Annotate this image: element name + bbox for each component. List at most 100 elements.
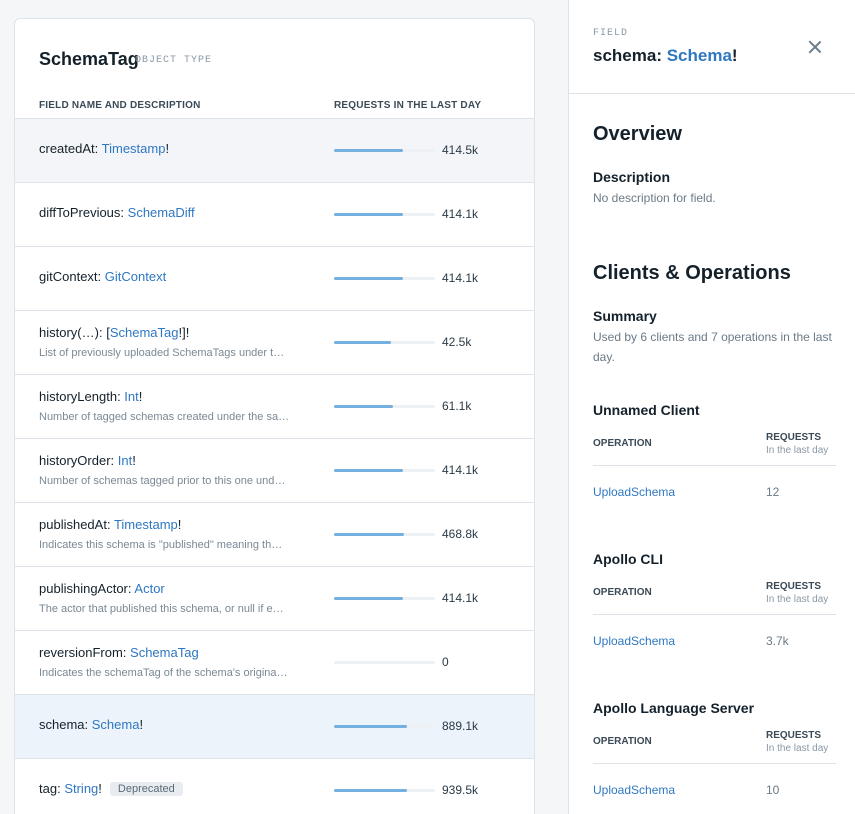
- field-type-suffix: !: [139, 717, 144, 732]
- client-name: Unnamed Client: [593, 402, 700, 418]
- usage-bar: [334, 597, 435, 600]
- field-name: gitContext: GitContext: [39, 269, 166, 284]
- field-row[interactable]: history(…): [SchemaTag!]! List of previou…: [15, 310, 534, 374]
- usage-bar-fill: [334, 597, 403, 600]
- field-name-text: diffToPrevious: [39, 205, 121, 220]
- usage-bar-fill: [334, 533, 404, 536]
- operation-link[interactable]: UploadSchema: [593, 485, 675, 499]
- field-row[interactable]: createdAt: Timestamp! 414.5k: [15, 118, 534, 182]
- summary-text: Used by 6 clients and 7 operations in th…: [593, 330, 832, 364]
- request-count: 0: [442, 655, 449, 669]
- panel-field-name: schema: [593, 46, 657, 65]
- field-row[interactable]: reversionFrom: SchemaTag Indicates the sc…: [15, 630, 534, 694]
- request-count: 414.1k: [442, 207, 479, 221]
- field-name-text: schema: [39, 717, 85, 732]
- field-row[interactable]: publishingActor: Actor The actor that pub…: [15, 566, 534, 630]
- field-type-link[interactable]: Int: [118, 453, 132, 468]
- field-name-text: historyOrder: [39, 453, 111, 468]
- divider: [593, 763, 836, 764]
- field-separator: :: [122, 645, 131, 660]
- client-name: Apollo CLI: [593, 551, 663, 567]
- field-type-link[interactable]: SchemaTag: [130, 645, 199, 660]
- field-row[interactable]: tag: String! Deprecated 939.5k: [15, 758, 534, 814]
- field-row[interactable]: historyLength: Int! Number of tagged sche…: [15, 374, 534, 438]
- field-row[interactable]: diffToPrevious: SchemaDiff 414.1k: [15, 182, 534, 246]
- field-row[interactable]: schema: Schema! 889.1k: [15, 694, 534, 758]
- field-type-link[interactable]: Timestamp: [102, 141, 166, 156]
- deprecated-badge: Deprecated: [109, 782, 183, 796]
- requests-column-header: REQUESTS: [766, 730, 822, 741]
- field-type-link[interactable]: Actor: [134, 581, 164, 596]
- field-name: publishingActor: Actor: [39, 581, 165, 596]
- field-rows: createdAt: Timestamp! 414.5k diffToPreviou…: [15, 118, 534, 814]
- field-type-link[interactable]: Int: [124, 389, 138, 404]
- usage-bar: [334, 213, 435, 216]
- field-type-link[interactable]: Schema: [92, 717, 140, 732]
- usage-bar: [334, 341, 435, 344]
- clients-heading: Clients & Operations: [593, 262, 791, 284]
- field-name-text: historyLength: [39, 389, 118, 404]
- field-row[interactable]: gitContext: GitContext 414.1k: [15, 246, 534, 310]
- field-description: List of previously uploaded SchemaTags u…: [39, 347, 285, 359]
- field-type-link[interactable]: String: [64, 781, 98, 796]
- panel-field-sep: :: [656, 46, 667, 65]
- description-label: Description: [593, 169, 671, 185]
- usage-bar: [334, 405, 435, 408]
- usage-bar: [334, 533, 435, 536]
- request-count: 414.1k: [442, 591, 479, 605]
- requests-column-subheader: In the last day: [766, 445, 829, 456]
- field-type-link[interactable]: SchemaDiff: [128, 205, 195, 220]
- operation-request-count: 12: [766, 485, 780, 499]
- type-title: SchemaTag: [39, 49, 139, 69]
- field-name-text: history(…): [39, 325, 99, 340]
- request-count: 468.8k: [442, 527, 479, 541]
- field-row[interactable]: publishedAt: Timestamp! Indicates this sc…: [15, 502, 534, 566]
- panel-field-nonnull: !: [731, 46, 738, 65]
- panel-kicker: FIELD: [593, 28, 629, 39]
- operation-request-count: 3.7k: [766, 634, 789, 648]
- field-name-text: publishedAt: [39, 517, 107, 532]
- operation-link[interactable]: UploadSchema: [593, 783, 675, 797]
- close-icon[interactable]: [805, 37, 825, 57]
- field-name: publishedAt: Timestamp!: [39, 517, 181, 532]
- field-type-link[interactable]: Timestamp: [114, 517, 178, 532]
- field-name-text: reversionFrom: [39, 645, 123, 660]
- summary-label: Summary: [593, 308, 657, 324]
- object-type-card: SchemaTag OBJECT TYPE FIELD NAME AND DES…: [14, 18, 535, 814]
- usage-bar: [334, 277, 435, 280]
- field-type-link[interactable]: SchemaTag: [110, 325, 179, 340]
- request-count: 414.5k: [442, 143, 479, 157]
- client-name: Apollo Language Server: [593, 700, 755, 716]
- field-name-text: tag: [39, 781, 58, 796]
- field-description: Number of schemas tagged prior to this o…: [39, 475, 286, 487]
- field-separator: :: [106, 517, 114, 532]
- client-section: Apollo Language Server OPERATION REQUESTS I…: [593, 700, 836, 810]
- field-type-suffix: !: [177, 517, 182, 532]
- request-count: 889.1k: [442, 719, 479, 733]
- field-detail-panel: FIELD schema: Schema! Overview Descripti…: [568, 0, 855, 814]
- field-description: The actor that published this schema, or…: [39, 603, 284, 615]
- column-header-requests: REQUESTS IN THE LAST DAY: [334, 100, 482, 111]
- field-description: Number of tagged schemas created under t…: [39, 411, 289, 423]
- panel-title: schema: Schema!: [593, 46, 738, 66]
- usage-bar-fill: [334, 789, 407, 792]
- usage-bar: [334, 469, 435, 472]
- field-name: reversionFrom: SchemaTag: [39, 645, 199, 660]
- panel-field-type[interactable]: Schema: [667, 46, 732, 65]
- operation-link[interactable]: UploadSchema: [593, 634, 675, 648]
- request-count: 939.5k: [442, 783, 479, 797]
- panel-header: FIELD schema: Schema!: [569, 0, 855, 94]
- requests-column-subheader: In the last day: [766, 743, 829, 754]
- operation-column-header: OPERATION: [593, 736, 652, 747]
- field-type-link[interactable]: GitContext: [105, 269, 166, 284]
- requests-column-header: REQUESTS: [766, 432, 822, 443]
- field-row[interactable]: historyOrder: Int! Number of schemas tagg…: [15, 438, 534, 502]
- divider: [593, 614, 836, 615]
- field-separator: :: [97, 269, 105, 284]
- client-section: Unnamed Client OPERATION REQUESTS In the la…: [593, 402, 836, 512]
- divider: [593, 465, 836, 466]
- field-description: Indicates this schema is "published" mea…: [39, 539, 283, 551]
- field-name-text: gitContext: [39, 269, 98, 284]
- field-type-suffix: !: [132, 453, 136, 468]
- field-type-suffix: !: [138, 389, 143, 404]
